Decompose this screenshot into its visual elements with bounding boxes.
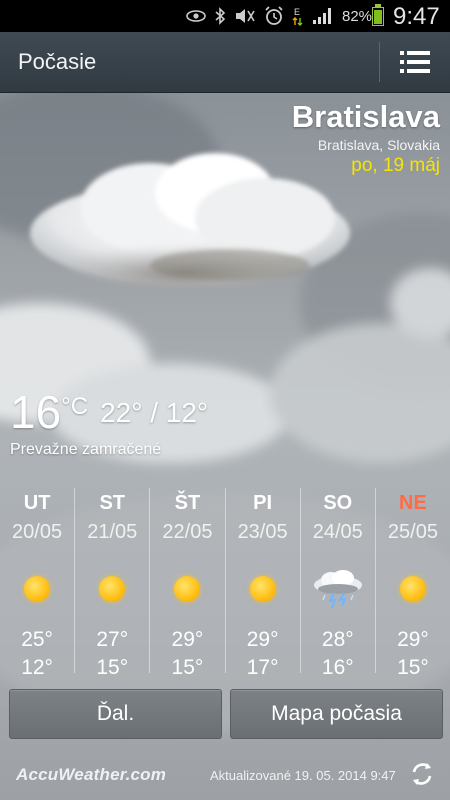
condition-text: Prevažne zamračené [10, 441, 162, 458]
city-name[interactable]: Bratislava [292, 99, 440, 135]
forecast-high: 27° [96, 628, 129, 651]
battery-icon [372, 4, 384, 26]
eye-icon [186, 10, 206, 22]
footer: AccuWeather.com Aktualizované 19. 05. 20… [0, 755, 450, 800]
current-temperature: 16 [10, 386, 62, 438]
current-conditions: 16 °C 22° / 12° Prevažne zamračené [10, 385, 208, 459]
sun-icon [174, 576, 201, 602]
sun-icon [249, 576, 276, 602]
forecast-day-name: NE [399, 492, 427, 514]
forecast-low: 12° [21, 656, 53, 679]
list-menu-icon [400, 51, 430, 73]
forecast-day-date: 22/05 [162, 521, 213, 543]
more-button[interactable]: Ďal. [9, 689, 222, 739]
forecast-low: 15° [397, 656, 429, 679]
forecast-high: 29° [246, 628, 279, 651]
forecast-day[interactable]: SO 24/05 28° 16° [299, 488, 375, 679]
weather-map-button[interactable]: Mapa počasia [230, 689, 443, 739]
forecast-high: 28° [321, 628, 354, 651]
forecast-low: 17° [246, 656, 279, 679]
app-title: Počasie [18, 49, 97, 74]
sun-icon [399, 576, 426, 602]
refresh-icon[interactable] [408, 760, 436, 788]
forecast-high: 29° [397, 628, 429, 651]
accuweather-logo[interactable]: AccuWeather.com [16, 765, 166, 785]
forecast-day-date: 24/05 [312, 521, 363, 543]
signal-icon [313, 8, 331, 24]
forecast-low: 16° [321, 656, 354, 679]
forecast-day[interactable]: NE 25/05 29° 15° [374, 488, 450, 679]
thunderstorm-icon [313, 570, 362, 609]
status-icons: E [186, 5, 332, 27]
forecast-day[interactable]: ST 21/05 27° 15° [74, 488, 149, 679]
weather-panel: Bratislava Bratislava, Slovakia po, 19 m… [0, 93, 450, 800]
forecast-low: 15° [171, 656, 204, 679]
status-time: 9:47 [393, 3, 440, 30]
sun-icon [24, 576, 51, 602]
forecast-day-date: 21/05 [87, 521, 138, 543]
forecast-day[interactable]: PI 23/05 29° 17° [224, 488, 300, 679]
bluetooth-icon [215, 7, 226, 25]
alarm-icon [265, 6, 283, 25]
forecast-day-name: SO [323, 492, 353, 514]
status-bar: E 82% 9:47 [0, 0, 450, 32]
no-sound-icon [236, 9, 255, 23]
location-block: Bratislava Bratislava, Slovakia po, 19 m… [292, 99, 440, 177]
high-low-temperature: 22° / 12° [100, 397, 209, 428]
svg-text:E: E [294, 7, 300, 17]
data-e-icon: E [292, 7, 303, 26]
region-name: Bratislava, Slovakia [317, 137, 440, 153]
forecast-day-name: PI [253, 492, 273, 514]
forecast-strip: UT 20/05 25° 12° ST 21/05 27° 15° ŠT 22/… [0, 488, 450, 679]
forecast-high: 25° [21, 628, 53, 651]
forecast-day[interactable]: UT 20/05 25° 12° [0, 488, 74, 679]
forecast-high: 29° [171, 628, 204, 651]
forecast-day-date: 25/05 [387, 521, 438, 543]
sun-icon [99, 576, 126, 602]
forecast-day-name: ŠT [174, 492, 201, 514]
forecast-day[interactable]: ŠT 22/05 29° 15° [149, 488, 224, 679]
forecast-day-date: 20/05 [12, 521, 63, 543]
menu-button[interactable] [380, 32, 450, 92]
forecast-day-name: UT [23, 492, 51, 514]
updated-timestamp: Aktualizované 19. 05. 2014 9:47 [210, 768, 396, 783]
forecast-low: 15° [96, 656, 129, 679]
forecast-day-date: 23/05 [237, 521, 288, 543]
temperature-unit: °C [61, 393, 89, 420]
app-bar: Počasie [0, 32, 450, 93]
battery-percent: 82% [342, 8, 373, 25]
current-date: po, 19 máj [351, 155, 440, 176]
forecast-day-name: ST [99, 492, 126, 514]
